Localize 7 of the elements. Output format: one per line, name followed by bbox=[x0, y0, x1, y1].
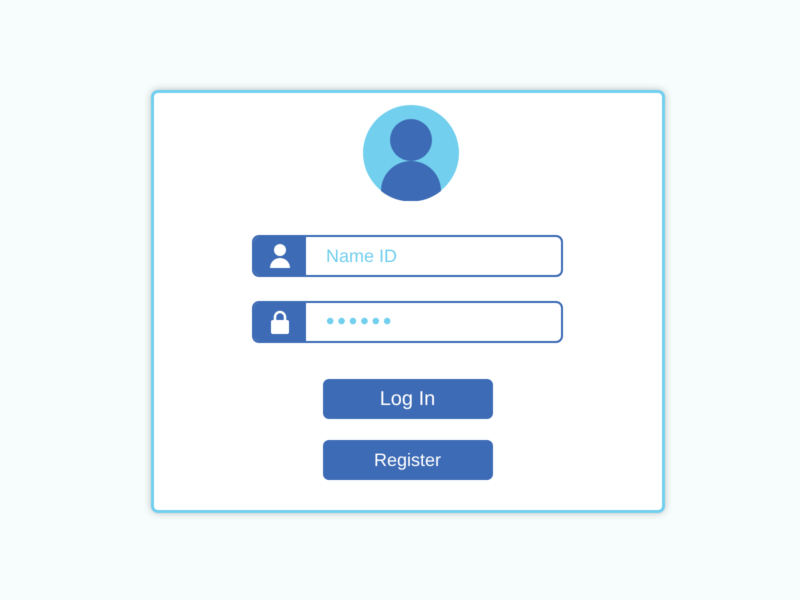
register-button[interactable]: Register bbox=[322, 440, 492, 480]
name-input[interactable]: Name ID bbox=[306, 237, 561, 275]
lock-icon bbox=[271, 310, 289, 334]
user-icon bbox=[270, 244, 290, 268]
name-field[interactable]: Name ID bbox=[252, 235, 563, 277]
login-button[interactable]: Log In bbox=[322, 379, 492, 419]
avatar-icon bbox=[362, 105, 458, 201]
